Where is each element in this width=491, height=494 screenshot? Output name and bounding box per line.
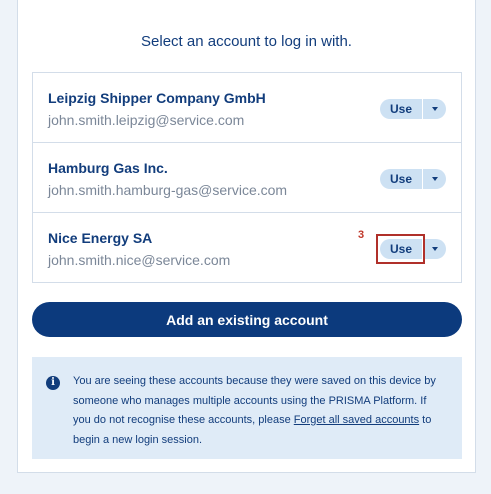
account-email: john.smith.nice@service.com [48,252,231,268]
caret-down-icon [431,177,438,181]
account-name: Nice Energy SA [48,230,153,246]
account-options-dropdown[interactable] [423,169,446,189]
account-row-leipzig: Leipzig Shipper Company GmbH john.smith.… [33,73,461,143]
account-list: Leipzig Shipper Company GmbH john.smith.… [32,72,462,283]
forget-accounts-link[interactable]: Forget all saved accounts [294,414,419,426]
add-existing-account-button[interactable]: Add an existing account [32,302,462,337]
page-title: Select an account to log in with. [141,33,352,50]
caret-down-icon [431,107,438,111]
account-options-dropdown[interactable] [423,99,446,119]
info-icon: i [46,376,60,390]
caret-down-icon [431,247,438,251]
account-row-nice: Nice Energy SA john.smith.nice@service.c… [33,213,461,283]
info-box: i You are seeing these accounts because … [32,357,462,459]
annotation-marker: 3 [358,229,365,241]
highlight-box [376,234,425,264]
account-email: john.smith.leipzig@service.com [48,112,245,128]
info-text: You are seeing these accounts because th… [73,372,441,450]
account-selection-card: Select an account to log in with. Leipzi… [17,0,476,473]
use-button-group: Use [380,169,446,189]
account-name: Leipzig Shipper Company GmbH [48,90,266,106]
use-button[interactable]: Use [380,169,422,189]
account-row-hamburg: Hamburg Gas Inc. john.smith.hamburg-gas@… [33,143,461,213]
account-options-dropdown[interactable] [423,239,446,259]
account-email: john.smith.hamburg-gas@service.com [48,182,288,198]
use-button[interactable]: Use [380,99,422,119]
account-name: Hamburg Gas Inc. [48,160,168,176]
use-button-group: Use [380,99,446,119]
